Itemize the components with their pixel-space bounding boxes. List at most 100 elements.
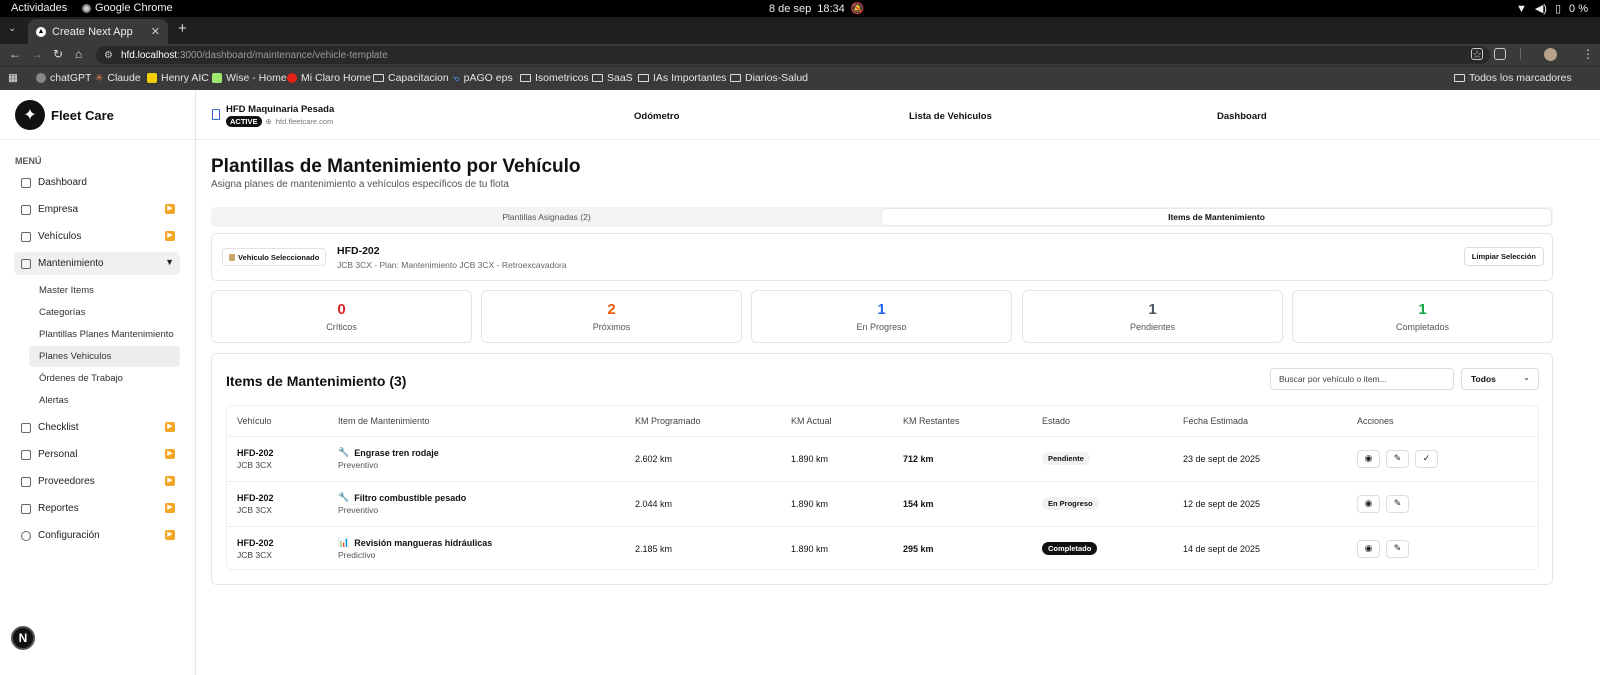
- sidebar-subitem-label: Categorías: [39, 307, 86, 318]
- home-icon[interactable]: ⌂: [75, 47, 82, 61]
- claude-icon: ✳: [95, 73, 104, 84]
- address-bar[interactable]: ⚙ hfd.localhost:3000/dashboard/maintenan…: [96, 46, 1490, 64]
- column-header: Fecha Estimada: [1173, 406, 1347, 437]
- sidebar-item-reportes[interactable]: Reportes ▶: [14, 497, 180, 520]
- bookmark-label: Claude: [107, 72, 141, 84]
- nextjs-devtools-button[interactable]: N: [11, 626, 35, 650]
- bookmark-pago[interactable]: ᓀ pAGO eps: [452, 72, 513, 84]
- complete-button[interactable]: ✓: [1415, 449, 1438, 468]
- edit-button[interactable]: ✎: [1386, 494, 1409, 513]
- stat-value: 1: [1418, 301, 1427, 318]
- browser-tab[interactable]: ▲ Create Next App ✕: [28, 19, 168, 44]
- company-switcher[interactable]: HFD Maquinaria Pesada ACTIVE ⊕ hfd.fleet…: [212, 104, 334, 127]
- edit-button[interactable]: ✎: [1386, 449, 1409, 468]
- selected-vehicle-badge-label: Vehículo Seleccionado: [238, 252, 320, 262]
- bookmark-wise[interactable]: Wise - Home: [212, 72, 287, 84]
- all-bookmarks[interactable]: Todos los marcadores: [1454, 72, 1572, 84]
- sidebar-subitem-plantillas[interactable]: Plantillas Planes Mantenimiento: [29, 324, 180, 345]
- active-app[interactable]: Google Chrome: [82, 2, 173, 14]
- chevron-down-icon: ⌄: [1523, 373, 1530, 382]
- main-content: Plantillas de Mantenimiento por Vehículo…: [196, 140, 1600, 675]
- cell-km-actual: 1.890 km: [781, 481, 893, 527]
- sidebar-item-mantenimiento[interactable]: Mantenimiento ▼: [14, 252, 180, 275]
- vehicle-model: JCB 3CX: [237, 459, 272, 470]
- stat-value: 1: [877, 301, 886, 318]
- edit-button[interactable]: ✎: [1386, 539, 1409, 558]
- view-button[interactable]: ◉: [1357, 539, 1380, 558]
- search-input[interactable]: [1270, 368, 1454, 390]
- sidebar-item-checklist[interactable]: Checklist ▶: [14, 416, 180, 439]
- sidebar-item-empresa[interactable]: Empresa ▶: [14, 198, 180, 221]
- sidebar-subitem-master-items[interactable]: Master Items: [29, 280, 180, 301]
- sidebar: ✦ Fleet Care MENÚ Dashboard Empresa ▶ Veh…: [0, 90, 196, 675]
- bookmark-claro[interactable]: Mi Claro Home: [287, 72, 371, 84]
- new-tab-button[interactable]: +: [178, 20, 187, 37]
- apps-grid-icon[interactable]: ▦: [8, 72, 18, 84]
- tab-search-icon[interactable]: ⌄: [8, 23, 16, 34]
- system-tray[interactable]: ▼ ◀) ▯ 0 %: [1516, 2, 1588, 16]
- forward-icon[interactable]: →: [31, 47, 43, 61]
- sidebar-subitem-alertas[interactable]: Alertas: [29, 390, 180, 411]
- sidebar-item-personal[interactable]: Personal ▶: [14, 443, 180, 466]
- extensions-puzzle-icon[interactable]: [1494, 48, 1506, 60]
- stat-card-criticos: 0 Críticos: [211, 290, 472, 343]
- bookmark-ias[interactable]: IAs Importantes: [638, 72, 727, 84]
- building-icon: [212, 109, 220, 120]
- sidebar-subitem-categorias[interactable]: Categorías: [29, 302, 180, 323]
- clock-date: 8 de sep: [769, 2, 812, 15]
- eye-icon: ◉: [1364, 543, 1373, 554]
- view-button[interactable]: ◉: [1357, 494, 1380, 513]
- expand-arrow-icon: ▶: [165, 503, 175, 513]
- tab-plantillas-asignadas[interactable]: Plantillas Asignadas (2): [213, 209, 880, 225]
- sidebar-item-vehiculos[interactable]: Vehículos ▶: [14, 225, 180, 248]
- brand[interactable]: ✦ Fleet Care: [15, 100, 114, 130]
- bookmark-isometricos[interactable]: Isometricos: [520, 72, 589, 84]
- items-title: Items de Mantenimiento (3): [226, 373, 407, 389]
- sidebar-item-dashboard[interactable]: Dashboard: [14, 171, 180, 194]
- sidebar-item-label: Empresa: [38, 204, 79, 215]
- column-header: KM Restantes: [893, 406, 1032, 437]
- vehicle-code: HFD-202: [237, 537, 274, 548]
- nav-link-dashboard[interactable]: Dashboard: [1217, 111, 1267, 122]
- collapse-caret-icon: ▼: [165, 257, 174, 267]
- checklist-icon: [21, 422, 31, 433]
- company-domain: hfd.fleetcare.com: [275, 117, 334, 126]
- activities-button[interactable]: Actividades: [11, 2, 67, 14]
- status-badge: En Progreso: [1042, 497, 1099, 510]
- status-filter-select[interactable]: Todos ⌄: [1461, 368, 1539, 390]
- pago-icon: ᓀ: [452, 73, 460, 83]
- bookmark-saas[interactable]: SaaS: [592, 72, 633, 84]
- table-header-row: Vehículo Item de Mantenimiento KM Progra…: [227, 406, 1538, 437]
- sidebar-item-proveedores[interactable]: Proveedores ▶: [14, 470, 180, 493]
- back-icon[interactable]: ←: [9, 47, 21, 61]
- view-button[interactable]: ◉: [1357, 449, 1380, 468]
- check-circle-icon: ✓: [1422, 453, 1431, 463]
- clear-selection-button[interactable]: Limpiar Selección: [1463, 247, 1544, 266]
- stat-value: 1: [1148, 301, 1157, 318]
- sidebar-item-label: Dashboard: [38, 177, 87, 188]
- clock[interactable]: 8 de sep 18:34 🔕: [769, 2, 864, 16]
- extension-icon[interactable]: [1471, 48, 1483, 60]
- bookmark-henry[interactable]: Henry AIC: [147, 72, 209, 84]
- nav-link-odometro[interactable]: Odómetro: [634, 111, 679, 122]
- browser-menu-icon[interactable]: ⋮: [1582, 47, 1594, 61]
- sidebar-item-configuracion[interactable]: Configuración ▶: [14, 524, 180, 547]
- bookmark-label: Diarios-Salud: [745, 72, 809, 84]
- tab-items-mantenimiento[interactable]: Items de Mantenimiento: [882, 209, 1551, 225]
- profile-avatar[interactable]: [1544, 48, 1557, 61]
- bookmark-chatgpt[interactable]: chatGPT: [36, 72, 91, 84]
- claro-icon: [287, 73, 297, 83]
- bookmark-claude[interactable]: ✳ Claude: [95, 72, 141, 84]
- close-tab-icon[interactable]: ✕: [151, 25, 160, 38]
- cell-actions: ◉ ✎ ✓: [1347, 436, 1538, 482]
- vehicle-model: JCB 3CX: [237, 504, 272, 515]
- sidebar-subitem-ordenes[interactable]: Órdenes de Trabajo: [29, 368, 180, 389]
- folder-icon: [373, 74, 384, 82]
- bookmark-capacitacion[interactable]: Capacitacion: [373, 72, 449, 84]
- site-info-icon[interactable]: ⚙: [104, 50, 113, 61]
- bookmark-diarios[interactable]: Diarios-Salud: [730, 72, 808, 84]
- sidebar-subitem-planes-vehiculos[interactable]: Planes Vehiculos: [29, 346, 180, 367]
- reload-icon[interactable]: ↻: [53, 47, 63, 61]
- stat-card-pendientes: 1 Pendientes: [1022, 290, 1283, 343]
- nav-link-lista-vehiculos[interactable]: Lista de Vehiculos: [909, 111, 992, 122]
